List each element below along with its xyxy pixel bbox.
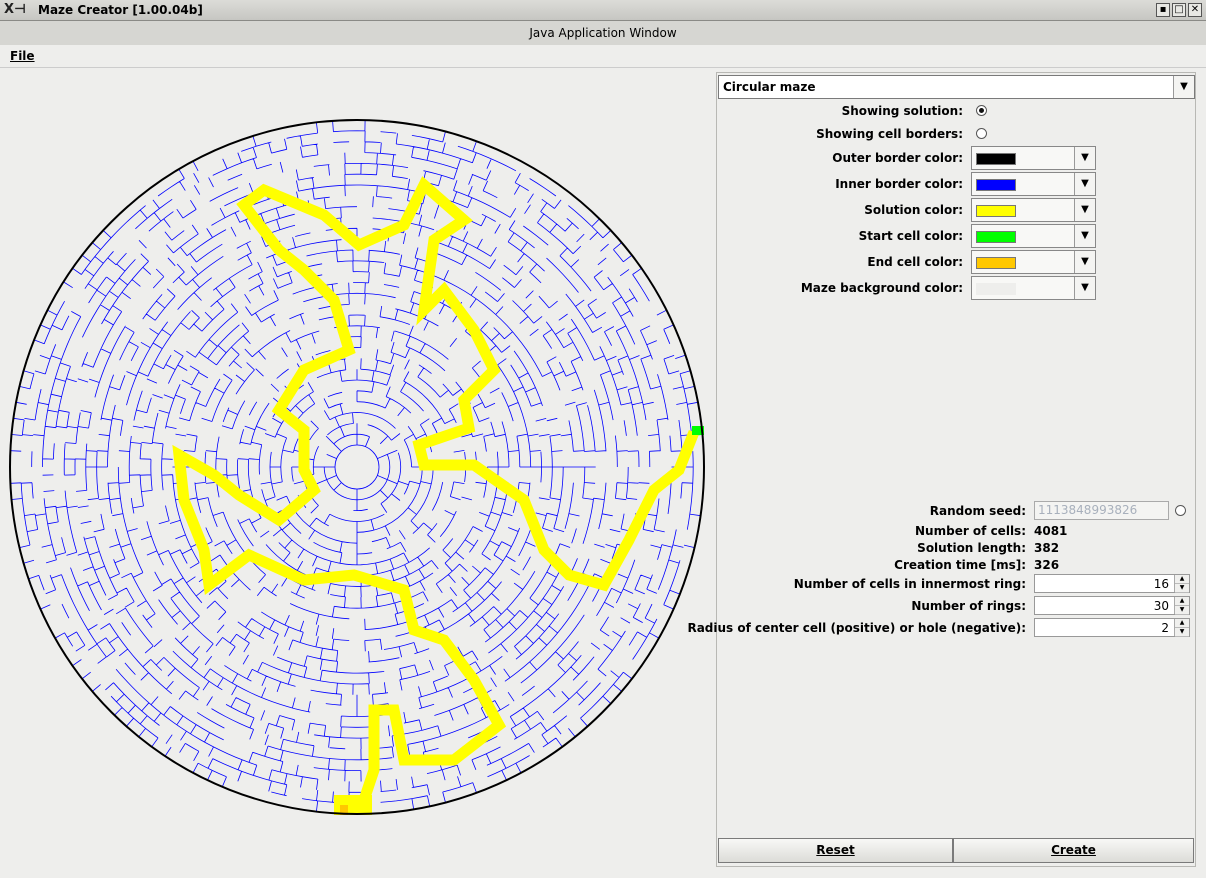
inner-border-color-label: Inner border color: bbox=[835, 177, 963, 191]
close-icon[interactable]: ✕ bbox=[1188, 3, 1202, 17]
center-radius-spinner[interactable]: 2 ▲ ▼ bbox=[1034, 618, 1190, 637]
maze-solution-path bbox=[172, 176, 700, 802]
settings-panel bbox=[716, 72, 1196, 867]
start-cell-color-picker[interactable]: ▼ bbox=[971, 224, 1096, 248]
x-logo-icon[interactable]: X⊣ bbox=[4, 2, 26, 17]
start-cell-color-swatch bbox=[976, 231, 1016, 243]
number-of-rings-value: 30 bbox=[1153, 599, 1169, 613]
chevron-down-icon[interactable]: ▼ bbox=[1074, 173, 1095, 195]
create-button[interactable]: Create bbox=[953, 838, 1194, 863]
spinner-down-icon[interactable]: ▼ bbox=[1175, 584, 1189, 593]
solution-color-label: Solution color: bbox=[864, 203, 963, 217]
minimize-icon[interactable]: ▪ bbox=[1156, 3, 1170, 17]
spinner-buttons[interactable]: ▲ ▼ bbox=[1174, 575, 1189, 593]
window-title: Maze Creator [1.00.04b] bbox=[38, 3, 203, 17]
inner-border-color-picker[interactable]: ▼ bbox=[971, 172, 1096, 196]
maze-drawing bbox=[9, 119, 705, 815]
center-radius-value: 2 bbox=[1161, 621, 1169, 635]
spinner-buttons[interactable]: ▲ ▼ bbox=[1174, 619, 1189, 637]
chevron-down-icon[interactable]: ▼ bbox=[1074, 225, 1095, 247]
spinner-down-icon[interactable]: ▼ bbox=[1175, 606, 1189, 615]
maze-background-color-label: Maze background color: bbox=[800, 281, 963, 295]
maze-solution-end-segment bbox=[334, 795, 372, 815]
number-of-rings-label: Number of rings: bbox=[911, 599, 1026, 613]
end-cell-color-label: End cell color: bbox=[867, 255, 963, 269]
random-seed-label: Random seed: bbox=[929, 504, 1026, 518]
chevron-down-icon[interactable]: ▼ bbox=[1074, 199, 1095, 221]
solution-length-value: 382 bbox=[1034, 541, 1060, 555]
maze-background-color-picker[interactable]: ▼ bbox=[971, 276, 1096, 300]
inner-ring-cells-label: Number of cells in innermost ring: bbox=[793, 577, 1026, 591]
reset-button[interactable]: Reset bbox=[718, 838, 953, 863]
random-seed-radio[interactable] bbox=[1175, 505, 1186, 516]
inner-ring-cells-value: 16 bbox=[1153, 577, 1169, 591]
spinner-up-icon[interactable]: ▲ bbox=[1175, 619, 1189, 628]
title-bar: X⊣ Maze Creator [1.00.04b] ▪ □ ✕ bbox=[0, 0, 1206, 21]
outer-border-color-label: Outer border color: bbox=[832, 151, 963, 165]
spinner-up-icon[interactable]: ▲ bbox=[1175, 575, 1189, 584]
window-subtitle: Java Application Window bbox=[0, 21, 1206, 46]
maze-center-hole bbox=[334, 444, 380, 490]
maximize-icon[interactable]: □ bbox=[1172, 3, 1186, 17]
end-cell-color-picker[interactable]: ▼ bbox=[971, 250, 1096, 274]
showing-solution-radio[interactable] bbox=[976, 105, 987, 116]
spinner-up-icon[interactable]: ▲ bbox=[1175, 597, 1189, 606]
menu-file[interactable]: File bbox=[10, 49, 35, 63]
chevron-down-icon[interactable]: ▼ bbox=[1173, 76, 1194, 98]
menu-bar: File bbox=[0, 45, 1206, 68]
random-seed-input[interactable]: 1113848993826 bbox=[1034, 501, 1169, 520]
start-cell-color-label: Start cell color: bbox=[858, 229, 963, 243]
spinner-buttons[interactable]: ▲ ▼ bbox=[1174, 597, 1189, 615]
number-of-rings-spinner[interactable]: 30 ▲ ▼ bbox=[1034, 596, 1190, 615]
showing-borders-label: Showing cell borders: bbox=[816, 127, 963, 141]
center-radius-label: Radius of center cell (positive) or hole… bbox=[687, 621, 1026, 635]
maze-type-value: Circular maze bbox=[723, 80, 816, 94]
chevron-down-icon[interactable]: ▼ bbox=[1074, 277, 1095, 299]
maze-background-color-swatch bbox=[976, 283, 1016, 295]
showing-borders-radio[interactable] bbox=[976, 128, 987, 139]
maze-type-dropdown[interactable]: Circular maze ▼ bbox=[718, 75, 1195, 99]
maze-canvas[interactable] bbox=[4, 70, 712, 870]
solution-length-label: Solution length: bbox=[917, 541, 1026, 555]
chevron-down-icon[interactable]: ▼ bbox=[1074, 251, 1095, 273]
inner-ring-cells-spinner[interactable]: 16 ▲ ▼ bbox=[1034, 574, 1190, 593]
creation-time-label: Creation time [ms]: bbox=[894, 558, 1026, 572]
spinner-down-icon[interactable]: ▼ bbox=[1175, 628, 1189, 637]
inner-border-color-swatch bbox=[976, 179, 1016, 191]
outer-border-color-swatch bbox=[976, 153, 1016, 165]
maze-inner-walls bbox=[10, 120, 703, 812]
outer-border-color-picker[interactable]: ▼ bbox=[971, 146, 1096, 170]
number-of-cells-value: 4081 bbox=[1034, 524, 1068, 538]
chevron-down-icon[interactable]: ▼ bbox=[1074, 147, 1095, 169]
showing-solution-label: Showing solution: bbox=[841, 104, 963, 118]
end-cell-color-swatch bbox=[976, 257, 1016, 269]
number-of-cells-label: Number of cells: bbox=[915, 524, 1026, 538]
creation-time-value: 326 bbox=[1034, 558, 1060, 572]
solution-color-swatch bbox=[976, 205, 1016, 217]
solution-color-picker[interactable]: ▼ bbox=[971, 198, 1096, 222]
